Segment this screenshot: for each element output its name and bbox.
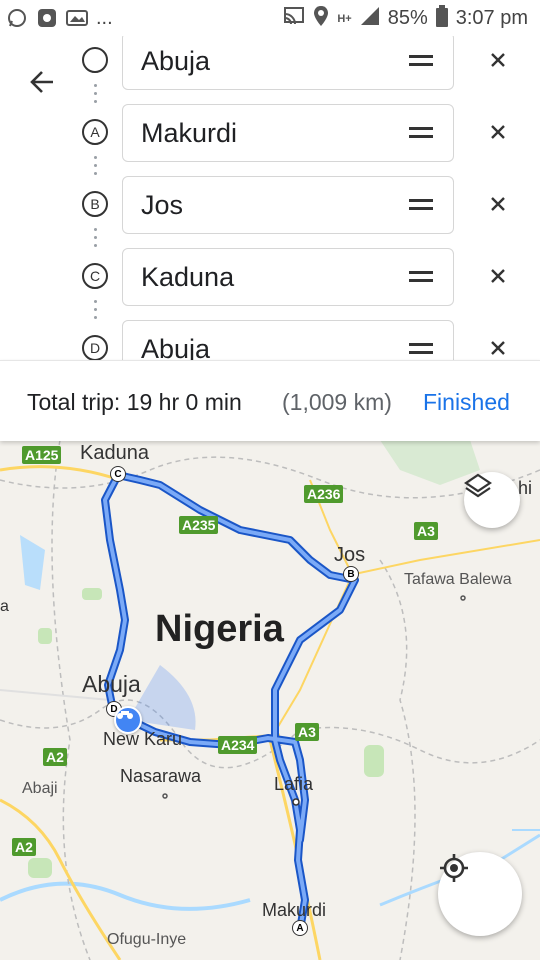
drag-handle-icon[interactable] [409,199,433,213]
city-label: Kaduna [80,442,149,464]
remove-stop-button[interactable] [484,190,512,218]
stop-field[interactable]: Makurdi [122,104,454,162]
close-icon [491,53,505,67]
remove-stop-button[interactable] [484,334,512,360]
drag-handle-icon[interactable] [409,343,433,357]
stop-field[interactable]: Abuja [122,36,454,90]
city-label: Abuja [82,671,141,697]
road-badge: A3 [414,522,438,540]
crosshair-icon [440,854,468,882]
drag-handle-icon[interactable] [409,127,433,141]
status-bar: ... H+ 85% 3:07 pm [0,0,540,36]
origin-marker-icon [82,47,108,73]
stop-field[interactable]: Jos [122,176,454,234]
more-notifications: ... [96,7,113,29]
layers-button[interactable] [464,472,520,528]
trip-summary: Total trip: 19 hr 0 min (1,009 km) Finis… [0,360,540,441]
close-icon [491,125,505,139]
my-location-button[interactable] [438,852,522,936]
finished-button[interactable]: Finished [423,389,510,416]
route-marker-a[interactable]: A [292,920,308,936]
battery-icon [435,5,448,32]
whatsapp-icon [6,7,28,29]
stop-value: Abuja [141,334,211,360]
stop-marker-icon: C [82,263,108,289]
directions-panel: Abuja A Makurdi B Jos C Kaduna D Abuja [0,36,540,360]
route-marker-b[interactable]: B [343,566,359,582]
close-icon [491,197,505,211]
road-badge: A235 [179,516,219,534]
hplus-icon: H+ [337,12,352,25]
city-label: Ofugu-Inye [107,931,187,948]
city-label: Makurdi [262,900,327,920]
city-label: New Karu [103,729,183,749]
stop-value: Makurdi [141,118,238,148]
drag-handle-icon[interactable] [409,55,433,69]
battery-level: 85% [387,7,428,29]
road-badge: A2 [43,748,67,766]
stop-a: A Makurdi [0,104,540,164]
city-label: Abaji [22,780,58,797]
stop-origin: Abuja [0,36,540,92]
route-marker-c[interactable]: C [110,466,126,482]
stop-marker-icon: D [82,335,108,360]
remove-stop-button[interactable] [484,46,512,74]
stop-value: Abuja [141,46,211,76]
map-view[interactable]: A125 A236 A235 A3 A234 A3 A2 A2 Kaduna J… [0,440,540,960]
stop-marker-icon: A [82,119,108,145]
road-badge: A125 [22,446,62,464]
remove-stop-button[interactable] [484,262,512,290]
road-badge: A3 [295,723,319,741]
road-badge: A234 [218,736,258,754]
stop-value: Kaduna [141,262,235,292]
city-label: a [0,598,9,615]
road-badge: A236 [304,485,344,503]
stop-c: C Kaduna [0,248,540,308]
photo-icon [66,7,88,29]
road-badge: A2 [12,838,36,856]
country-label: Nigeria [155,608,284,650]
city-label: Jos [334,544,366,566]
app-icon [36,7,58,29]
city-label: Lafia [274,774,314,794]
city-label: hi [518,478,533,498]
city-label: Nasarawa [120,766,202,786]
stop-b: B Jos [0,176,540,236]
trip-distance: (1,009 km) [282,389,392,415]
motorbike-icon [117,711,133,719]
signal-icon [360,6,380,31]
current-location-marker [114,706,142,734]
stop-value: Jos [141,190,184,220]
cast-icon [283,6,305,31]
clock: 3:07 pm [455,7,528,29]
close-icon [491,269,505,283]
drag-handle-icon[interactable] [409,271,433,285]
layers-icon [464,473,492,498]
trip-duration: Total trip: 19 hr 0 min [27,389,242,415]
stop-field[interactable]: Abuja [122,320,454,360]
stop-d: D Abuja [0,320,540,360]
remove-stop-button[interactable] [484,118,512,146]
stop-marker-icon: B [82,191,108,217]
stop-field[interactable]: Kaduna [122,248,454,306]
close-icon [491,341,505,355]
city-label: Tafawa Balewa [404,571,512,588]
location-icon [313,5,329,32]
